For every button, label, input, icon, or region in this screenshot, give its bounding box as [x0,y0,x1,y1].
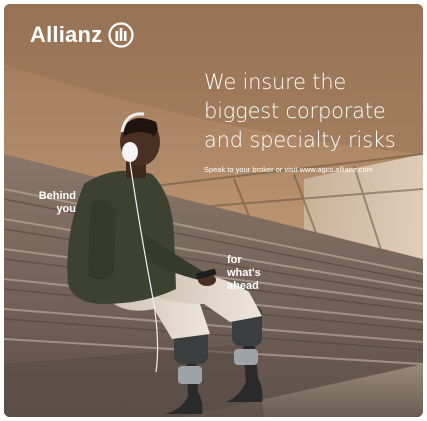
tagline-right-line-1: for [227,254,242,266]
tagline-right-line-2: what's [227,267,261,279]
headline-line-3: and specialty risks [204,128,396,152]
brand-name: Allianz [30,22,103,47]
headline-line-1: We insure the [204,70,347,94]
brand-lockup[interactable]: Allianz [30,22,134,48]
tagline-right-line-3: ahead [227,280,259,292]
tagline-left-line-1: Behind [38,190,76,202]
headline-line-2: biggest corporate [204,99,386,123]
tagline-left-line-2: you [56,203,76,215]
cta-text[interactable]: Speak to your broker or visit www.agcs.a… [204,165,373,174]
page-frame: Allianz We insure the biggest corporate … [0,0,427,421]
allianz-eagle-bars-icon [108,22,134,48]
tagline-whats-ahead: for what's ahead [227,254,261,293]
allianz-ad-banner[interactable]: Allianz We insure the biggest corporate … [4,4,423,417]
headline: We insure the biggest corporate and spec… [204,68,419,155]
tagline-behind-you: Behind you [18,190,76,216]
